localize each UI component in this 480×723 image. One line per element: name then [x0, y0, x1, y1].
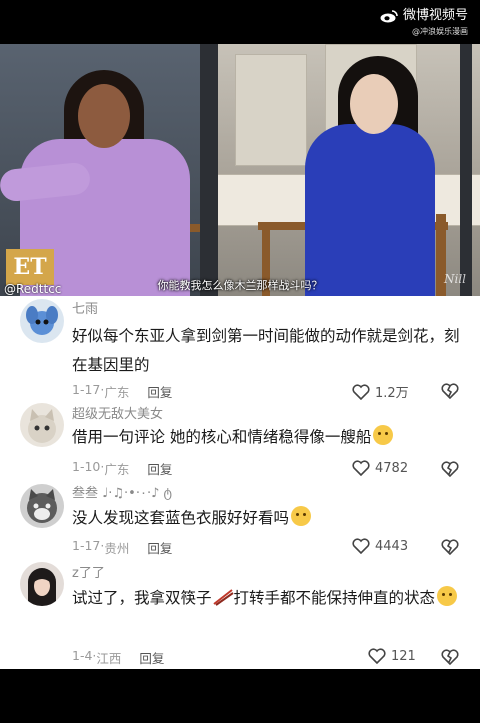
like-button[interactable]: 1.2万: [352, 382, 409, 401]
like-button[interactable]: 4443: [352, 538, 408, 554]
stitch-avatar-icon: [26, 306, 58, 335]
video-corner-mark: Nill: [443, 272, 466, 286]
comment-meta: 1-17 · 贵州 回复: [72, 538, 172, 557]
comment-text-content: 借用一句评论 她的核心和情绪稳得像一艘船: [72, 428, 372, 446]
heart-icon: [352, 538, 370, 554]
watermark-app: 微博视频号: [402, 8, 468, 23]
broken-heart-icon[interactable]: [440, 648, 460, 666]
comment-username[interactable]: z了了: [72, 562, 105, 581]
comment-text: 没人发现这套蓝色衣服好好看吗: [72, 504, 462, 533]
reply-button[interactable]: 回复: [147, 382, 172, 401]
comment-date: 1-4: [72, 648, 93, 663]
heart-icon: [352, 460, 370, 476]
comment-text-content: 试过了，我拿双筷子: [72, 589, 212, 607]
top-bar: 微博视频号 @冲浪娱乐漫画: [0, 0, 480, 44]
watermark: 微博视频号: [380, 8, 468, 24]
comment-text: 好似每个东亚人拿到剑第一时间能做的动作就是剑花，刻在基因里的: [72, 327, 460, 374]
comment-text: 试过了，我拿双筷子 打转手都不能保持伸直的状态: [72, 584, 462, 613]
crying-emoji-icon: [437, 586, 458, 606]
comment-location: 广东: [104, 385, 130, 400]
host-face: [78, 84, 130, 148]
broken-heart-icon[interactable]: [440, 538, 460, 556]
comment-text-content-2: 打转手都不能保持伸直的状态: [233, 589, 436, 607]
reply-button[interactable]: 回复: [147, 538, 172, 557]
comment-location: 广东: [104, 462, 130, 477]
like-count: 4782: [375, 460, 409, 476]
bottom-bar: [0, 669, 480, 723]
grey-cat-avatar-icon: [27, 489, 57, 523]
cat-avatar-icon: [28, 409, 56, 443]
heart-icon: [368, 648, 386, 664]
user-avatar[interactable]: [20, 484, 64, 528]
comments-panel: 七雨 好似每个东亚人拿到剑第一时间能做的动作就是剑花，刻在基因里的 1-17 ·…: [0, 296, 480, 669]
comment-location: 贵州: [104, 541, 130, 556]
comment-date: 1-10: [72, 459, 101, 474]
broken-heart-icon[interactable]: [440, 382, 460, 400]
girl-avatar-icon: [28, 568, 56, 606]
window-pillar: [200, 44, 218, 296]
heart-icon: [352, 383, 370, 400]
comment-username[interactable]: 七雨: [72, 298, 98, 317]
window-pillar: [460, 44, 472, 296]
user-avatar[interactable]: [20, 299, 64, 343]
comment-meta: 1-10 · 广东 回复: [72, 459, 172, 478]
reply-button[interactable]: 回复: [139, 648, 164, 667]
watermark-sub: @冲浪娱乐漫画: [412, 27, 468, 36]
comment-meta: 1-4 · 江西 回复: [72, 648, 164, 667]
comment-username[interactable]: 超级无敌大美女: [72, 403, 163, 422]
like-count: 4443: [375, 538, 409, 554]
guest-face: [350, 74, 398, 134]
weibo-logo-icon: [380, 10, 398, 23]
drooling-emoji-icon: [373, 425, 394, 445]
reply-button[interactable]: 回复: [147, 459, 172, 478]
video-frame[interactable]: ET @Redttcc 你能教我怎么像木兰那样战斗吗？ Nill: [0, 44, 480, 296]
guest-figure: [305, 124, 435, 296]
video-subtitle: 你能教我怎么像木兰那样战斗吗？: [157, 279, 323, 292]
chopsticks-icon: [212, 589, 234, 606]
comment-date: 1-17: [72, 538, 101, 553]
comment-location: 江西: [96, 651, 122, 666]
like-button[interactable]: 121: [368, 648, 416, 664]
like-count: 1.2万: [375, 386, 409, 401]
like-count: 121: [391, 648, 416, 664]
comment-meta: 1-17 · 广东 回复: [72, 382, 172, 401]
user-avatar[interactable]: [20, 562, 64, 606]
broken-heart-icon[interactable]: [440, 460, 460, 478]
user-avatar[interactable]: [20, 403, 64, 447]
comment-username[interactable]: 叁叁 ♩·♫·•·٠·♪ ტ: [72, 482, 172, 501]
comment-date: 1-17: [72, 382, 101, 397]
comment-text: 借用一句评论 她的核心和情绪稳得像一艘船: [72, 423, 462, 452]
comment-text-content: 没人发现这套蓝色衣服好好看吗: [72, 509, 290, 527]
thinking-emoji-icon: [291, 506, 312, 526]
like-button[interactable]: 4782: [352, 460, 408, 476]
